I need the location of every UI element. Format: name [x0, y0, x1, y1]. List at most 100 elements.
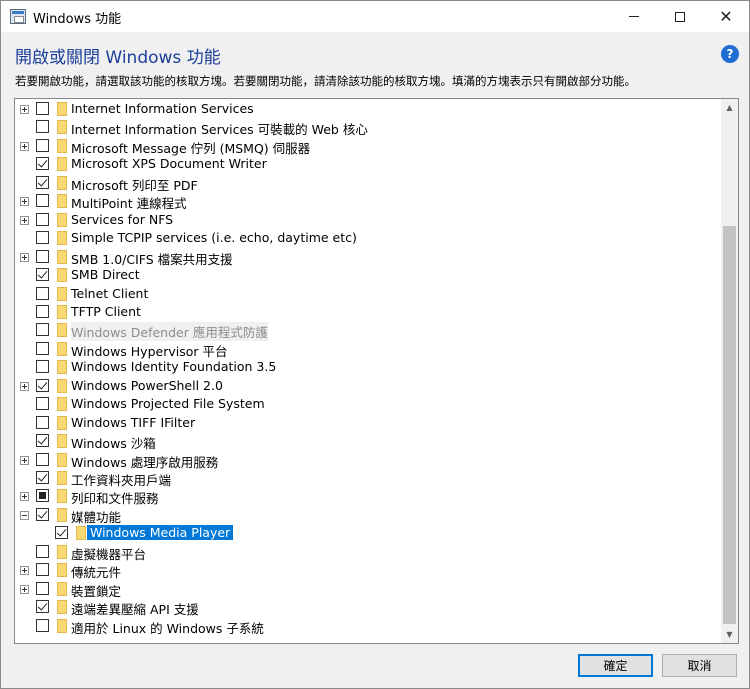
folder-icon: [57, 323, 67, 338]
folder-icon: [57, 341, 67, 356]
feature-checkbox[interactable]: [36, 434, 49, 448]
minimize-button[interactable]: [611, 1, 657, 32]
expand-plus-icon[interactable]: [20, 566, 29, 576]
folder-icon: [57, 397, 67, 412]
feature-row[interactable]: 工作資料夾用戶端: [15, 469, 721, 488]
feature-checkbox[interactable]: [36, 452, 49, 466]
feature-checkbox[interactable]: [36, 544, 49, 558]
feature-row[interactable]: Simple TCPIP services (i.e. echo, daytim…: [15, 229, 721, 247]
feature-row[interactable]: 適用於 Linux 的 Windows 子系統: [15, 617, 721, 636]
feature-label: 列印和文件服務: [71, 491, 159, 507]
feature-checkbox[interactable]: [36, 138, 49, 152]
folder-icon: [57, 434, 67, 449]
feature-checkbox[interactable]: [36, 378, 49, 392]
feature-row[interactable]: Windows PowerShell 2.0: [15, 377, 721, 395]
feature-row[interactable]: Internet Information Services 可裝載的 Web 核…: [15, 118, 721, 137]
feature-row[interactable]: Windows Defender 應用程式防護: [15, 321, 721, 342]
feature-checkbox[interactable]: [36, 618, 49, 632]
feature-checkbox[interactable]: [36, 581, 49, 595]
feature-checkbox[interactable]: [36, 212, 49, 226]
feature-checkbox[interactable]: [36, 600, 49, 614]
feature-checkbox[interactable]: [36, 157, 49, 171]
expand-plus-icon[interactable]: [20, 197, 29, 207]
feature-row[interactable]: Internet Information Services: [15, 100, 721, 118]
collapse-minus-icon[interactable]: [20, 510, 29, 520]
scroll-thumb[interactable]: [723, 226, 736, 624]
feature-row[interactable]: Services for NFS: [15, 211, 721, 229]
folder-icon: [57, 138, 67, 153]
feature-checkbox[interactable]: [36, 397, 49, 411]
folder-icon: [57, 286, 67, 301]
feature-checkbox[interactable]: [36, 102, 49, 115]
feature-row[interactable]: 媒體功能: [15, 506, 721, 525]
feature-label: Windows 沙箱: [71, 436, 156, 452]
feature-checkbox[interactable]: [36, 304, 49, 318]
feature-checkbox[interactable]: [36, 507, 49, 521]
feature-row[interactable]: MultiPoint 連線程式: [15, 192, 721, 211]
feature-row[interactable]: SMB 1.0/CIFS 檔案共用支援: [15, 248, 721, 267]
expand-plus-icon[interactable]: [20, 381, 29, 391]
help-icon[interactable]: ?: [721, 45, 739, 63]
feature-row[interactable]: 裝置鎖定: [15, 580, 721, 599]
expand-plus-icon[interactable]: [20, 584, 29, 594]
feature-row[interactable]: Windows Projected File System: [15, 395, 721, 413]
feature-label: 工作資料夾用戶端: [71, 473, 172, 488]
feature-row[interactable]: Windows Media Player: [15, 524, 721, 542]
feature-label: Windows PowerShell 2.0: [71, 377, 223, 393]
page-heading: 開啟或關閉 Windows 功能: [15, 48, 221, 68]
feature-label: Services for NFS: [71, 211, 174, 227]
feature-row[interactable]: Windows Identity Foundation 3.5: [15, 358, 721, 376]
folder-icon: [57, 120, 67, 135]
feature-row[interactable]: SMB Direct: [15, 266, 721, 284]
expand-plus-icon[interactable]: [20, 455, 29, 465]
folder-icon: [57, 175, 67, 190]
maximize-button[interactable]: [657, 1, 703, 32]
feature-label: 虛擬機器平台: [71, 546, 147, 562]
feature-row[interactable]: Windows TIFF IFilter: [15, 414, 721, 432]
expand-plus-icon[interactable]: [20, 492, 29, 502]
feature-row[interactable]: Microsoft Message 佇列 (MSMQ) 伺服器: [15, 137, 721, 156]
feature-checkbox[interactable]: [36, 471, 49, 484]
feature-row[interactable]: TFTP Client: [15, 303, 721, 321]
vertical-scrollbar[interactable]: ▲ ▼: [721, 99, 738, 643]
feature-checkbox[interactable]: [36, 489, 49, 503]
title-bar[interactable]: Windows 功能 ✕: [1, 1, 749, 32]
feature-checkbox[interactable]: [36, 415, 49, 429]
feature-checkbox[interactable]: [36, 120, 49, 134]
ok-button[interactable]: 確定: [578, 654, 653, 677]
feature-checkbox[interactable]: [36, 175, 49, 189]
feature-row[interactable]: Windows Hypervisor 平台: [15, 340, 721, 359]
expand-plus-icon[interactable]: [20, 105, 29, 114]
feature-checkbox[interactable]: [36, 360, 49, 374]
feature-checkbox[interactable]: [36, 249, 49, 263]
feature-row[interactable]: Windows 處理序啟用服務: [15, 451, 721, 470]
feature-checkbox[interactable]: [36, 323, 49, 337]
feature-label: Windows Defender 應用程式防護: [71, 322, 268, 342]
feature-row[interactable]: 傳統元件: [15, 561, 721, 580]
feature-checkbox[interactable]: [36, 286, 49, 300]
cancel-button[interactable]: 取消: [662, 654, 737, 677]
scroll-up-arrow-icon[interactable]: ▲: [721, 99, 738, 116]
feature-checkbox[interactable]: [36, 341, 49, 355]
feature-row[interactable]: 遠端差異壓縮 API 支援: [15, 598, 721, 617]
expand-plus-icon[interactable]: [20, 252, 29, 262]
folder-icon: [57, 600, 67, 615]
feature-checkbox[interactable]: [36, 231, 49, 245]
expand-plus-icon[interactable]: [20, 141, 29, 151]
windows-features-app-icon: [10, 9, 26, 24]
feature-checkbox[interactable]: [36, 563, 49, 577]
feature-row[interactable]: 列印和文件服務: [15, 487, 721, 507]
feature-checkbox[interactable]: [36, 268, 49, 282]
feature-row[interactable]: Windows 沙箱: [15, 432, 721, 452]
expand-plus-icon[interactable]: [20, 215, 29, 225]
instructions-text: 若要開啟功能，請選取該功能的核取方塊。若要關閉功能，請清除該功能的核取方塊。填滿…: [15, 74, 636, 88]
scroll-down-arrow-icon[interactable]: ▼: [721, 626, 738, 643]
folder-icon: [57, 471, 67, 485]
feature-checkbox[interactable]: [55, 526, 68, 540]
feature-row[interactable]: Microsoft 列印至 PDF: [15, 174, 721, 193]
feature-row[interactable]: Telnet Client: [15, 285, 721, 303]
feature-row[interactable]: 虛擬機器平台: [15, 543, 721, 562]
close-button[interactable]: ✕: [703, 1, 749, 32]
feature-checkbox[interactable]: [36, 194, 49, 208]
feature-row[interactable]: Microsoft XPS Document Writer: [15, 155, 721, 173]
